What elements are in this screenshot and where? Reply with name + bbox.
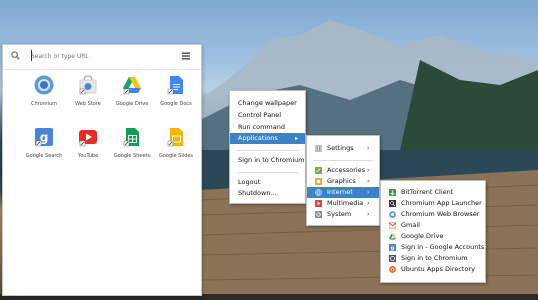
app-web-store[interactable]: Web Store <box>65 75 111 115</box>
app-launcher-icon <box>389 200 396 207</box>
app-chromium[interactable]: Chromium <box>21 75 67 115</box>
menu-item-change-wallpaper[interactable]: Change wallpaper <box>238 98 297 109</box>
submenu-arrow-icon: › <box>367 189 370 196</box>
google-slides-icon <box>167 128 183 147</box>
app-youtube[interactable]: YouTube <box>65 127 111 167</box>
ubuntu-icon <box>389 266 396 273</box>
menu-item-label: Internet <box>327 188 353 196</box>
app-label: Google Docs <box>160 101 192 107</box>
chromium-icon <box>389 211 396 218</box>
menu-item-label: Accessories <box>327 166 366 174</box>
menu-item-control-panel[interactable]: Control Panel <box>238 110 281 121</box>
menu-item-applications[interactable]: Applications ▸ <box>230 133 305 144</box>
settings-icon <box>315 145 322 152</box>
graphics-icon <box>315 178 322 185</box>
menu-item-logout[interactable]: Logout <box>238 177 260 188</box>
submenu-item-multimedia[interactable]: Multimedia › <box>307 198 379 209</box>
submenu-arrow-icon: › <box>367 167 370 174</box>
submenu-item-system[interactable]: System › <box>307 209 379 220</box>
chromium-signin-icon <box>389 255 396 262</box>
menu-item-label: Ubuntu Apps Directory <box>401 265 475 273</box>
internet-item-sign-in-chromium[interactable]: Sign in to Chromium <box>381 253 485 264</box>
app-google-slides[interactable]: Google Slides <box>153 127 199 167</box>
google-accounts-icon: g <box>389 244 396 251</box>
internet-item-google-drive[interactable]: Google Drive <box>381 231 485 242</box>
app-google-search[interactable]: g Google Search <box>21 127 67 167</box>
hamburger-menu-icon[interactable] <box>182 52 190 60</box>
menu-item-label: Sign in to Chromium <box>401 254 468 262</box>
app-label: Google Slides <box>158 153 194 159</box>
menu-separator <box>236 150 299 151</box>
submenu-item-internet[interactable]: Internet › <box>307 187 379 198</box>
menu-item-label: Gmail <box>401 221 420 229</box>
applications-submenu: Settings › Accessories › Graphics › Inte… <box>306 135 380 226</box>
app-google-drive[interactable]: Google Drive <box>109 75 155 115</box>
internet-submenu: BitTorrent Client Chromium App Launcher … <box>380 180 486 283</box>
submenu-arrow-icon: › <box>367 145 370 152</box>
menu-item-label: Google Drive <box>401 232 444 240</box>
menu-item-sign-in[interactable]: Sign in to Chromium <box>238 155 305 166</box>
menu-item-label: Sign in - Google Accounts <box>401 243 485 251</box>
accessories-icon <box>315 167 322 174</box>
menu-item-shutdown[interactable]: Shutdown... <box>238 188 277 199</box>
search-icon <box>11 51 20 60</box>
menu-item-label: System <box>327 210 352 218</box>
search-input[interactable] <box>31 50 171 62</box>
menu-separator <box>313 160 373 161</box>
app-google-docs[interactable]: Google Docs <box>153 75 199 115</box>
gmail-icon <box>389 222 396 229</box>
google-sheets-icon <box>123 128 139 147</box>
desktop-context-menu: Change wallpaper Control Panel Run comma… <box>229 90 306 204</box>
internet-item-bittorrent[interactable]: BitTorrent Client <box>381 187 485 198</box>
google-search-icon: g <box>35 128 53 147</box>
menu-item-label: Graphics <box>327 177 356 185</box>
system-gear-icon <box>315 211 322 218</box>
menu-item-label: Multimedia <box>327 199 364 207</box>
svg-text:g: g <box>391 246 395 251</box>
internet-item-ubuntu-apps[interactable]: Ubuntu Apps Directory <box>381 264 485 275</box>
internet-item-gmail[interactable]: Gmail <box>381 220 485 231</box>
google-docs-icon <box>167 76 183 95</box>
launcher-search-bar <box>3 45 201 70</box>
internet-item-google-accounts[interactable]: g Sign in - Google Accounts <box>381 242 485 253</box>
menu-item-label: Chromium App Launcher <box>401 199 482 207</box>
internet-globe-icon <box>315 189 322 196</box>
app-launcher: Chromium Web Store Google Drive <box>2 44 202 296</box>
youtube-icon <box>79 130 97 147</box>
google-drive-icon <box>389 233 396 240</box>
menu-item-label: BitTorrent Client <box>401 188 454 196</box>
submenu-arrow-icon: › <box>367 178 370 185</box>
text-cursor <box>31 50 32 61</box>
submenu-item-settings[interactable]: Settings › <box>307 143 379 154</box>
internet-item-web-browser[interactable]: Chromium Web Browser <box>381 209 485 220</box>
app-google-sheets[interactable]: Google Sheets <box>109 127 155 167</box>
web-store-icon <box>79 75 97 95</box>
submenu-arrow-icon: › <box>367 200 370 207</box>
multimedia-icon <box>315 200 322 207</box>
menu-item-label: Settings <box>327 144 354 152</box>
submenu-arrow-icon: › <box>367 211 370 218</box>
menu-separator <box>236 172 299 173</box>
bittorrent-icon <box>389 189 396 196</box>
submenu-item-accessories[interactable]: Accessories › <box>307 165 379 176</box>
menu-item-run-command[interactable]: Run command <box>238 122 285 133</box>
menu-item-label: Applications <box>238 134 278 142</box>
submenu-arrow-icon: ▸ <box>295 135 299 142</box>
internet-item-app-launcher[interactable]: Chromium App Launcher <box>381 198 485 209</box>
submenu-item-graphics[interactable]: Graphics › <box>307 176 379 187</box>
google-drive-icon <box>123 77 141 95</box>
menu-item-label: Chromium Web Browser <box>401 210 480 218</box>
chromium-icon <box>34 75 54 95</box>
